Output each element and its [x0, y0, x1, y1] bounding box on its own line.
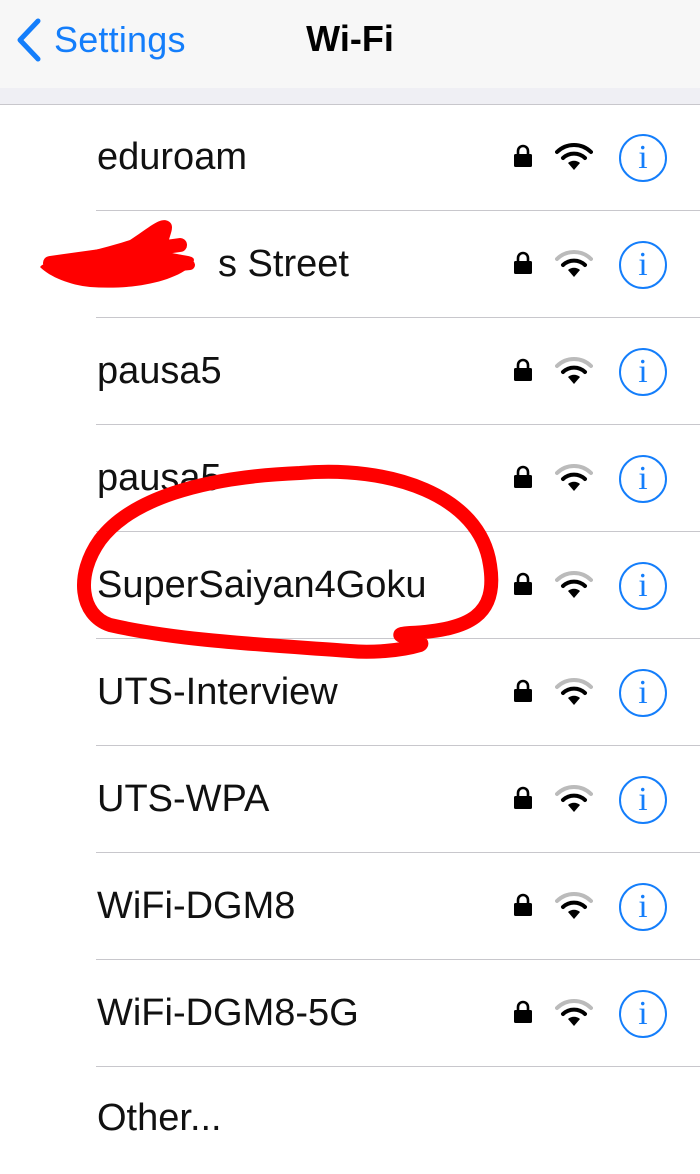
lock-icon: [514, 679, 532, 702]
network-row[interactable]: UTS-Interview i: [0, 639, 700, 746]
wifi-signal-icon: [555, 570, 593, 598]
network-row[interactable]: SuperSaiyan4Goku i: [0, 532, 700, 639]
wifi-signal-icon: [555, 356, 593, 384]
lock-icon: [514, 358, 532, 381]
lock-icon: [514, 465, 532, 488]
lock-icon: [514, 251, 532, 274]
other-network-label: Other...: [97, 1097, 222, 1139]
network-row[interactable]: pausa5 i: [0, 318, 700, 425]
wifi-signal-icon: [555, 463, 593, 491]
wifi-signal-icon: [555, 784, 593, 812]
info-button[interactable]: i: [619, 883, 667, 931]
info-button[interactable]: i: [619, 241, 667, 289]
network-name: SuperSaiyan4Goku: [97, 564, 427, 606]
info-button[interactable]: i: [619, 776, 667, 824]
network-list: eduroam i s Street i pausa5 i pausa5 i S…: [0, 104, 700, 1174]
info-button[interactable]: i: [619, 562, 667, 610]
network-name: UTS-Interview: [97, 671, 338, 713]
network-name: pausa5: [97, 350, 222, 392]
network-name: UTS-WPA: [97, 778, 270, 820]
lock-icon: [514, 144, 532, 167]
network-row[interactable]: UTS-WPA i: [0, 746, 700, 853]
network-name: WiFi-DGM8-5G: [97, 992, 359, 1034]
info-button[interactable]: i: [619, 134, 667, 182]
network-name: eduroam: [97, 136, 247, 178]
lock-icon: [514, 1000, 532, 1023]
wifi-signal-icon: [555, 891, 593, 919]
navigation-bar: Settings Wi-Fi: [0, 0, 700, 88]
section-gap: [0, 88, 700, 105]
network-row[interactable]: pausa5 i: [0, 425, 700, 532]
info-button[interactable]: i: [619, 669, 667, 717]
lock-icon: [514, 786, 532, 809]
other-network-row[interactable]: Other...: [0, 1067, 700, 1174]
wifi-signal-icon: [555, 998, 593, 1026]
network-name: s Street: [218, 243, 349, 285]
info-button[interactable]: i: [619, 348, 667, 396]
network-name: pausa5: [97, 457, 222, 499]
page-title: Wi-Fi: [306, 18, 394, 59]
lock-icon: [514, 893, 532, 916]
network-row[interactable]: eduroam i: [0, 104, 700, 211]
network-row[interactable]: s Street i: [0, 211, 700, 318]
network-name: WiFi-DGM8: [97, 885, 296, 927]
wifi-signal-icon: [555, 142, 593, 170]
network-row[interactable]: WiFi-DGM8 i: [0, 853, 700, 960]
wifi-signal-icon: [555, 249, 593, 277]
info-button[interactable]: i: [619, 455, 667, 503]
lock-icon: [514, 572, 532, 595]
wifi-signal-icon: [555, 677, 593, 705]
network-row[interactable]: WiFi-DGM8-5G i: [0, 960, 700, 1067]
info-button[interactable]: i: [619, 990, 667, 1038]
